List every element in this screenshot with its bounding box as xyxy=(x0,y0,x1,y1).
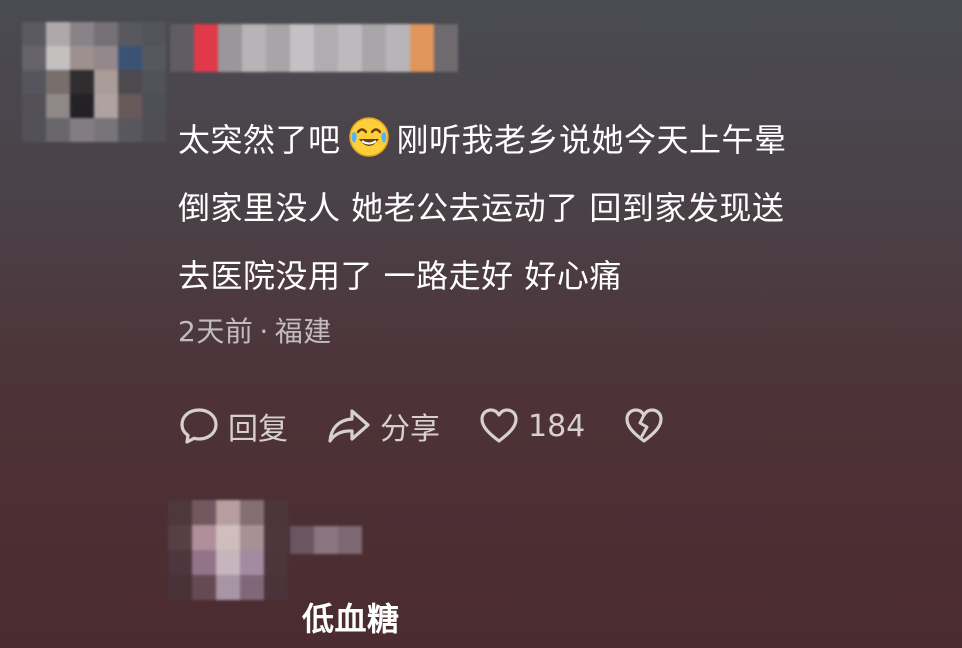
like-count: 184 xyxy=(528,408,586,444)
comment-location: 福建 xyxy=(274,315,332,348)
chat-bubble-icon xyxy=(180,408,218,444)
action-bar: 回复 分享 184 xyxy=(178,398,711,454)
reply-label: 回复 xyxy=(228,412,288,447)
broken-heart-icon xyxy=(625,408,663,443)
comment-meta: 2天前 · 福建 xyxy=(178,310,332,350)
reply-username-blurred[interactable] xyxy=(290,526,362,554)
share-button[interactable]: 分享 xyxy=(326,404,440,448)
avatar[interactable] xyxy=(22,22,166,146)
comment-time: 2天前 xyxy=(178,315,254,348)
heart-outline-icon xyxy=(480,408,518,443)
username-blurred[interactable] xyxy=(170,24,458,72)
crying-laughing-emoji-icon xyxy=(348,117,389,157)
comment-text: 太突然了吧 刚听我老乡说她今天上午晕 倒家里没人 她老公去运动了 回到家发现送 … xyxy=(178,106,938,310)
meta-separator: · xyxy=(259,315,269,348)
dislike-button[interactable] xyxy=(623,405,673,447)
comment-text-line2: 倒家里没人 她老公去运动了 回到家发现送 xyxy=(178,189,785,227)
share-label: 分享 xyxy=(380,412,440,447)
reply-text: 低血糖 xyxy=(302,600,400,638)
comment-text-line1-rest: 刚听我老乡说她今天上午晕 xyxy=(396,121,787,159)
share-arrow-icon xyxy=(328,409,370,443)
comment-text-part1: 太突然了吧 xyxy=(178,121,341,159)
reply-button[interactable]: 回复 xyxy=(178,404,288,448)
comment-text-line3: 去医院没用了 一路走好 好心痛 xyxy=(178,257,622,295)
like-button[interactable]: 184 xyxy=(478,405,585,447)
reply-avatar[interactable] xyxy=(168,500,288,600)
